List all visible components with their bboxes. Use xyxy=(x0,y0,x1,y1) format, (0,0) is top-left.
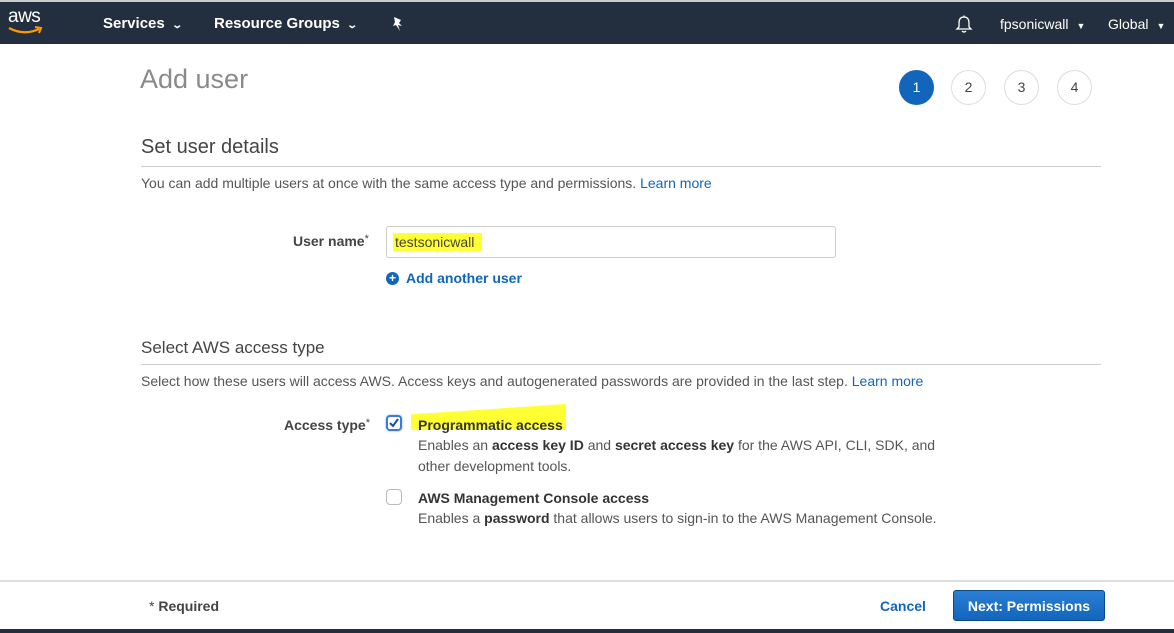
desc-text: and xyxy=(583,437,615,453)
region-menu[interactable]: Global ▼ xyxy=(1108,16,1165,32)
aws-logo[interactable]: aws xyxy=(8,6,52,40)
chevron-down-icon: ▼ xyxy=(1156,21,1166,31)
username-input[interactable] xyxy=(386,226,836,258)
checkmark-icon xyxy=(389,418,399,428)
resource-groups-menu[interactable]: Resource Groups ⌄ xyxy=(214,15,358,32)
desc-text: Enables a xyxy=(418,510,485,526)
aws-smile-icon xyxy=(8,26,43,34)
account-menu[interactable]: fpsonicwall ▼ xyxy=(1000,16,1085,32)
access-type-label: Access type* xyxy=(284,417,370,433)
bottom-bar xyxy=(0,629,1174,633)
page-title: Add user xyxy=(140,64,249,94)
account-name: fpsonicwall xyxy=(1000,16,1069,32)
section-divider xyxy=(141,166,1101,167)
username-label: User name* xyxy=(293,233,369,249)
programmatic-access-description: Enables an access key ID and secret acce… xyxy=(418,435,958,477)
required-asterisk: * xyxy=(364,233,369,245)
footer-divider xyxy=(0,580,1174,582)
description-text: You can add multiple users at once with … xyxy=(141,175,637,191)
required-asterisk: * xyxy=(365,417,370,429)
step-1[interactable]: 1 xyxy=(899,70,934,105)
plus-circle-icon: + xyxy=(386,271,399,285)
learn-more-link[interactable]: Learn more xyxy=(640,175,712,191)
services-label: Services xyxy=(103,15,165,32)
section-divider xyxy=(141,364,1101,365)
console-access-label[interactable]: AWS Management Console access xyxy=(418,490,649,506)
desc-text: that allows users to sign-in to the AWS … xyxy=(549,510,937,526)
cancel-button[interactable]: Cancel xyxy=(880,598,926,614)
access-type-title: Select AWS access type xyxy=(141,338,325,357)
bell-icon[interactable] xyxy=(955,15,973,39)
access-type-label-text: Access type xyxy=(284,417,366,433)
username-label-text: User name xyxy=(293,233,365,249)
set-user-details-title: Set user details xyxy=(141,136,279,158)
programmatic-access-checkbox[interactable] xyxy=(386,415,402,431)
console-access-description: Enables a password that allows users to … xyxy=(418,508,958,529)
required-note: * Required xyxy=(149,598,219,614)
step-4[interactable]: 4 xyxy=(1057,70,1092,105)
chevron-down-icon: ⌄ xyxy=(171,20,183,31)
region-name: Global xyxy=(1108,16,1149,32)
desc-text: Enables an xyxy=(418,437,492,453)
top-navigation-bar: aws Services ⌄ Resource Groups ⌄ fpsonicwa… xyxy=(0,0,1174,44)
desc-bold: secret access key xyxy=(614,437,735,453)
console-access-checkbox[interactable] xyxy=(386,489,402,505)
required-text: Required xyxy=(154,598,220,614)
programmatic-access-label[interactable]: Programmatic access xyxy=(418,417,563,433)
pushpin-icon[interactable] xyxy=(391,16,405,37)
description-text: Select how these users will access AWS. … xyxy=(141,373,848,389)
resource-groups-label: Resource Groups xyxy=(214,15,340,32)
desc-bold: access key ID xyxy=(491,437,584,453)
user-details-description: You can add multiple users at once with … xyxy=(141,175,712,191)
add-another-user-link[interactable]: + Add another user xyxy=(386,270,522,286)
aws-logo-text: aws xyxy=(8,6,41,27)
services-menu[interactable]: Services ⌄ xyxy=(103,15,183,32)
chevron-down-icon: ▼ xyxy=(1076,21,1086,31)
next-permissions-button[interactable]: Next: Permissions xyxy=(953,590,1105,621)
chevron-down-icon: ⌄ xyxy=(346,20,358,31)
step-3[interactable]: 3 xyxy=(1004,70,1039,105)
add-another-user-label: Add another user xyxy=(406,270,522,286)
step-2[interactable]: 2 xyxy=(951,70,986,105)
learn-more-link[interactable]: Learn more xyxy=(852,373,924,389)
access-type-description: Select how these users will access AWS. … xyxy=(141,373,923,389)
desc-bold: password xyxy=(484,510,550,526)
